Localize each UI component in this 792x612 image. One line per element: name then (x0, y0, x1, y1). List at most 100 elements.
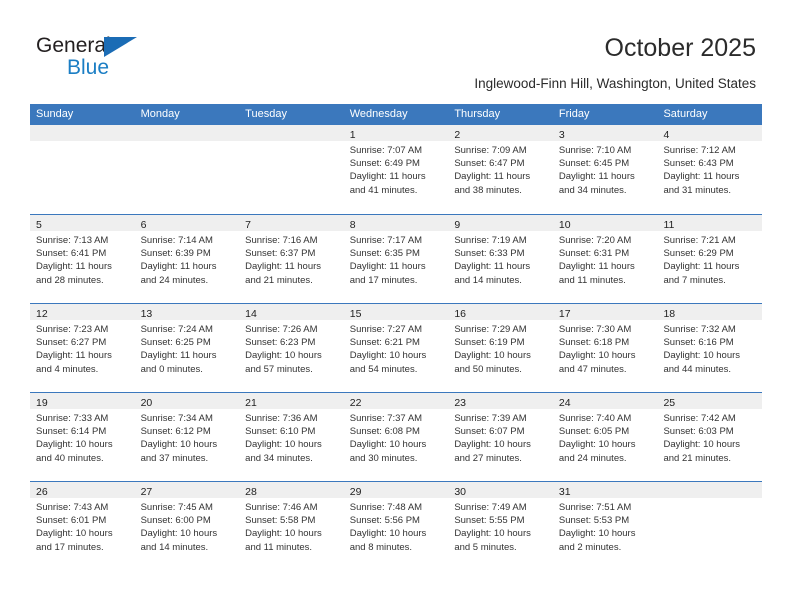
day-number: 29 (349, 486, 362, 498)
sunset-time: Sunset: 6:08 PM (349, 426, 420, 438)
weekday-header-thursday: Thursday (454, 108, 501, 120)
calendar-day-cell[interactable]: 18 Sunrise: 7:32 AM Sunset: 6:16 PM Dayligh… (657, 304, 763, 392)
day-number-band: 28 (239, 482, 344, 498)
calendar-day-cell[interactable]: 7 Sunrise: 7:16 AM Sunset: 6:37 PM Daylight… (239, 215, 344, 303)
sunrise-time: Sunrise: 7:13 AM (36, 235, 109, 246)
sunset-time: Sunset: 5:55 PM (454, 515, 525, 527)
calendar-day-cell[interactable]: 31 Sunrise: 7:51 AM Sunset: 5:53 PM Dayligh… (552, 482, 658, 570)
daylight-duration-line2: and 34 minutes. (558, 184, 627, 196)
daylight-duration-line2: and 11 minutes. (245, 541, 313, 553)
daylight-duration-line1: Daylight: 10 hours (36, 528, 113, 540)
sunrise-time: Sunrise: 7:34 AM (140, 413, 213, 424)
calendar-day-cell[interactable]: 2 Sunrise: 7:09 AM Sunset: 6:47 PM Daylight… (448, 125, 553, 214)
day-number-band: 22 (343, 393, 449, 409)
sunrise-time: Sunrise: 7:16 AM (245, 235, 318, 246)
daylight-duration-line2: and 8 minutes. (349, 541, 413, 553)
daylight-duration-line2: and 38 minutes. (454, 184, 522, 196)
calendar-day-cell[interactable]: 3 Sunrise: 7:10 AM Sunset: 6:45 PM Daylight… (552, 125, 658, 214)
calendar-day-cell[interactable]: 21 Sunrise: 7:36 AM Sunset: 6:10 PM Dayligh… (239, 393, 344, 481)
day-number: 10 (558, 219, 571, 231)
weekday-header-sunday: Sunday (36, 108, 74, 120)
calendar-day-cell[interactable]: 24 Sunrise: 7:40 AM Sunset: 6:05 PM Dayligh… (552, 393, 658, 481)
sunrise-time: Sunrise: 7:32 AM (663, 324, 736, 335)
calendar-day-cell[interactable]: 14 Sunrise: 7:26 AM Sunset: 6:23 PM Dayligh… (239, 304, 344, 392)
calendar-day-cell[interactable]: 25 Sunrise: 7:42 AM Sunset: 6:03 PM Dayligh… (657, 393, 763, 481)
sunset-time: Sunset: 6:21 PM (349, 337, 420, 349)
daylight-duration-line2: and 44 minutes. (663, 363, 732, 375)
calendar-day-cell[interactable]: 30 Sunrise: 7:49 AM Sunset: 5:55 PM Dayligh… (448, 482, 553, 570)
sunrise-time: Sunrise: 7:19 AM (454, 235, 527, 246)
day-number-band (134, 125, 240, 141)
day-sun-info: Sunrise: 7:19 AM Sunset: 6:33 PM Daylight:… (448, 231, 553, 287)
day-number: 3 (558, 129, 565, 141)
daylight-duration-line2: and 28 minutes. (36, 274, 104, 286)
calendar-day-cell[interactable]: 29 Sunrise: 7:48 AM Sunset: 5:56 PM Dayligh… (343, 482, 449, 570)
weekday-header-wednesday: Wednesday (349, 108, 408, 120)
day-sun-info: Sunrise: 7:30 AM Sunset: 6:18 PM Daylight:… (553, 320, 658, 376)
calendar-day-cell[interactable]: 26 Sunrise: 7:43 AM Sunset: 6:01 PM Dayligh… (30, 482, 135, 570)
daylight-duration-line2: and 2 minutes. (558, 541, 622, 553)
sunrise-time: Sunrise: 7:29 AM (454, 324, 527, 335)
calendar-day-cell[interactable]: 5 Sunrise: 7:13 AM Sunset: 6:41 PM Daylight… (30, 215, 135, 303)
sunset-time: Sunset: 6:19 PM (454, 337, 525, 349)
page-title: October 2025 (604, 34, 757, 62)
calendar-day-cell[interactable]: 28 Sunrise: 7:46 AM Sunset: 5:58 PM Dayligh… (239, 482, 344, 570)
sunset-time: Sunset: 5:56 PM (349, 515, 420, 527)
calendar-day-cell[interactable]: 13 Sunrise: 7:24 AM Sunset: 6:25 PM Dayligh… (134, 304, 240, 392)
calendar-day-cell[interactable]: 23 Sunrise: 7:39 AM Sunset: 6:07 PM Dayligh… (448, 393, 553, 481)
day-number-band: 13 (134, 304, 240, 320)
calendar-day-cell[interactable]: 17 Sunrise: 7:30 AM Sunset: 6:18 PM Dayligh… (552, 304, 658, 392)
day-number-band (239, 125, 344, 141)
calendar-day-cell[interactable]: 22 Sunrise: 7:37 AM Sunset: 6:08 PM Dayligh… (343, 393, 449, 481)
calendar-day-cell[interactable]: 27 Sunrise: 7:45 AM Sunset: 6:00 PM Dayligh… (134, 482, 240, 570)
day-sun-info: Sunrise: 7:39 AM Sunset: 6:07 PM Daylight:… (448, 409, 553, 465)
sunset-time: Sunset: 6:31 PM (558, 248, 630, 260)
calendar-week-row: 5 Sunrise: 7:13 AM Sunset: 6:41 PM Daylight… (30, 214, 763, 303)
generalblue-logo[interactable]: General Blue (36, 34, 166, 84)
daylight-duration-line1: Daylight: 11 hours (454, 171, 531, 183)
day-number: 13 (140, 308, 153, 320)
calendar-day-cell-empty (30, 125, 135, 214)
calendar-day-cell[interactable]: 1 Sunrise: 7:07 AM Sunset: 6:49 PM Daylight… (343, 125, 449, 214)
day-number-band: 12 (30, 304, 135, 320)
calendar-day-cell[interactable]: 4 Sunrise: 7:12 AM Sunset: 6:43 PM Daylight… (657, 125, 763, 214)
sunset-time: Sunset: 6:16 PM (663, 337, 734, 349)
calendar-day-cell[interactable]: 8 Sunrise: 7:17 AM Sunset: 6:35 PM Daylight… (343, 215, 449, 303)
calendar-day-cell[interactable]: 6 Sunrise: 7:14 AM Sunset: 6:39 PM Daylight… (134, 215, 240, 303)
day-number: 2 (454, 129, 461, 141)
day-number: 20 (140, 397, 153, 409)
daylight-duration-line1: Daylight: 10 hours (349, 528, 427, 540)
day-number: 30 (454, 486, 466, 498)
calendar-day-cell[interactable]: 10 Sunrise: 7:20 AM Sunset: 6:31 PM Dayligh… (552, 215, 658, 303)
sunrise-time: Sunrise: 7:24 AM (140, 324, 213, 335)
day-number-band: 2 (448, 125, 553, 141)
calendar-day-cell[interactable]: 16 Sunrise: 7:29 AM Sunset: 6:19 PM Dayligh… (448, 304, 553, 392)
day-sun-info: Sunrise: 7:24 AM Sunset: 6:25 PM Daylight:… (135, 320, 240, 376)
calendar-day-cell[interactable]: 20 Sunrise: 7:34 AM Sunset: 6:12 PM Dayligh… (134, 393, 240, 481)
daylight-duration-line1: Daylight: 11 hours (36, 261, 112, 273)
day-number: 1 (349, 129, 356, 141)
day-sun-info: Sunrise: 7:16 AM Sunset: 6:37 PM Daylight:… (239, 231, 344, 287)
calendar-day-cell[interactable]: 9 Sunrise: 7:19 AM Sunset: 6:33 PM Daylight… (448, 215, 553, 303)
day-number: 17 (558, 308, 571, 320)
day-sun-info: Sunrise: 7:36 AM Sunset: 6:10 PM Daylight:… (239, 409, 344, 465)
calendar-day-cell[interactable]: 12 Sunrise: 7:23 AM Sunset: 6:27 PM Dayligh… (30, 304, 135, 392)
daylight-duration-line1: Daylight: 10 hours (663, 350, 741, 362)
day-number-band: 9 (448, 215, 553, 231)
sunset-time: Sunset: 6:18 PM (558, 337, 630, 349)
day-number-band: 15 (343, 304, 449, 320)
sunset-time: Sunset: 6:12 PM (140, 426, 211, 438)
sunset-time: Sunset: 6:10 PM (245, 426, 316, 438)
day-sun-info: Sunrise: 7:07 AM Sunset: 6:49 PM Daylight:… (344, 141, 449, 197)
calendar-day-cell[interactable]: 15 Sunrise: 7:27 AM Sunset: 6:21 PM Dayligh… (343, 304, 449, 392)
calendar-day-cell-empty (134, 125, 240, 214)
day-number: 19 (36, 397, 48, 409)
calendar-grid: Sunday Monday Tuesday Wednesday Thursday Frid… (30, 104, 763, 570)
daylight-duration-line2: and 5 minutes. (454, 541, 517, 553)
sunrise-time: Sunrise: 7:45 AM (140, 502, 213, 513)
calendar-day-cell[interactable]: 19 Sunrise: 7:33 AM Sunset: 6:14 PM Dayligh… (30, 393, 135, 481)
daylight-duration-line2: and 21 minutes. (663, 452, 732, 464)
day-number-band (657, 482, 763, 498)
day-number-band: 6 (134, 215, 240, 231)
calendar-day-cell[interactable]: 11 Sunrise: 7:21 AM Sunset: 6:29 PM Dayligh… (657, 215, 763, 303)
